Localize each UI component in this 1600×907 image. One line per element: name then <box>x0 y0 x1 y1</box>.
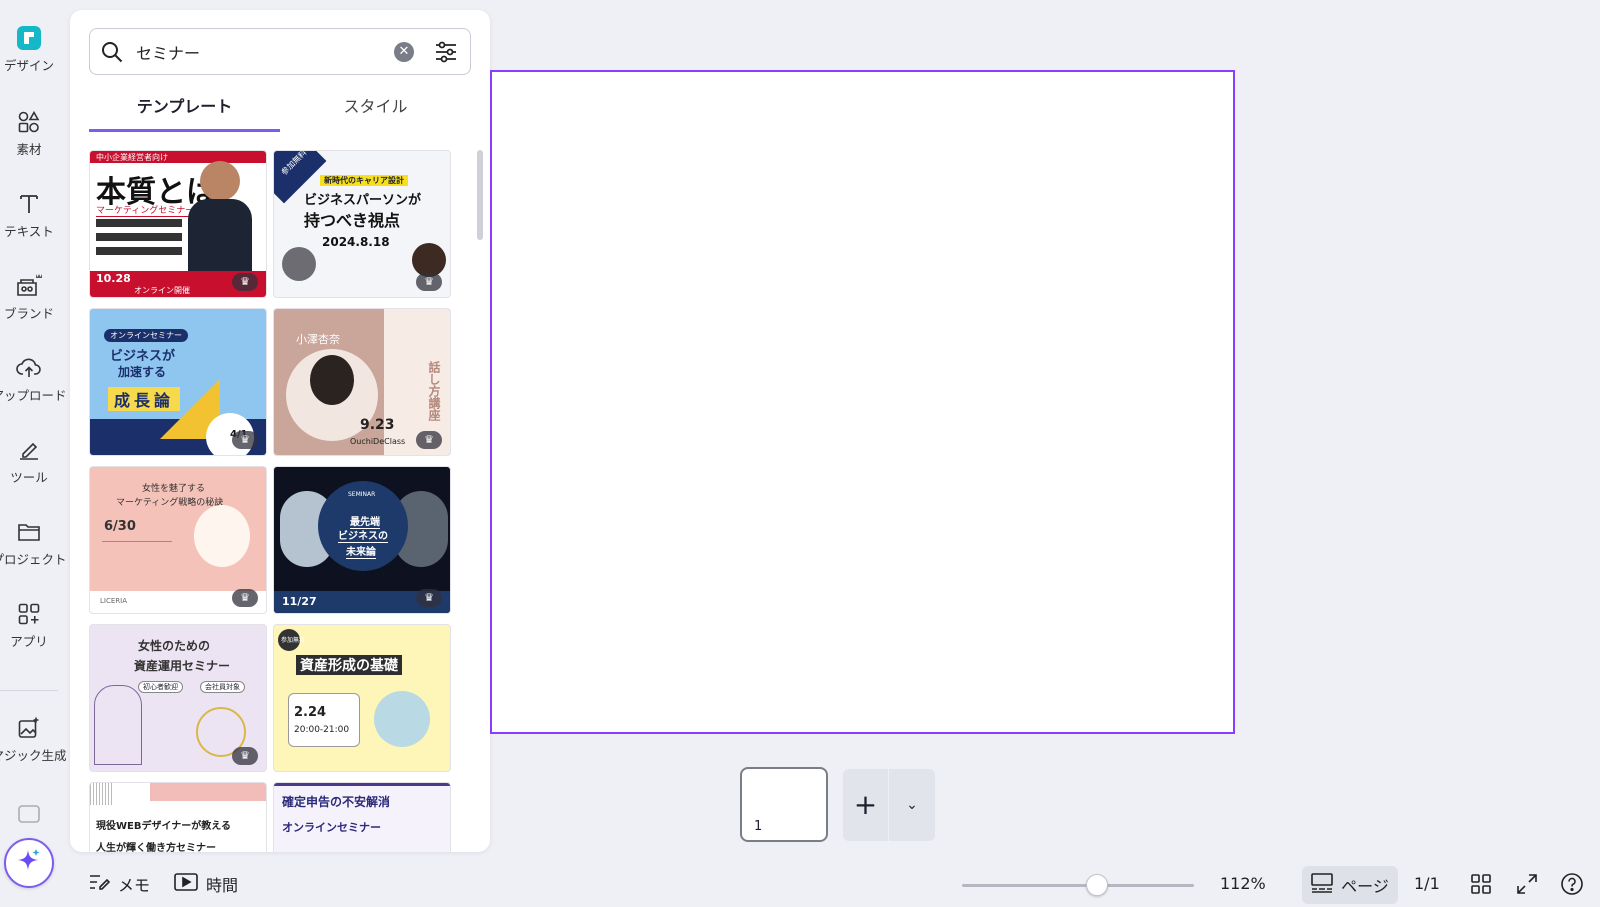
draw-icon <box>15 436 43 464</box>
zoom-slider[interactable] <box>962 884 1194 887</box>
rail-item-elements[interactable]: 素材 <box>0 108 58 158</box>
design-canvas[interactable] <box>490 70 1235 734</box>
zoom-slider-handle[interactable] <box>1085 874 1108 896</box>
rail-item-tools[interactable]: ツール <box>0 436 58 486</box>
magic-media-icon <box>15 714 43 742</box>
template-card[interactable]: 確定申告の不安解消 オンラインセミナー <box>273 782 451 852</box>
play-icon <box>174 872 198 896</box>
premium-crown-icon: ♛ <box>416 431 442 449</box>
panel-scrollbar[interactable] <box>477 150 483 240</box>
premium-crown-icon: ♛ <box>416 273 442 291</box>
search-box[interactable]: セミナー ✕ <box>89 28 471 75</box>
bottom-bar: メモ 時間 112% ページ 1/1 <box>70 862 1600 907</box>
premium-crown-icon: ♛ <box>416 589 442 607</box>
search-input[interactable]: セミナー <box>136 40 394 64</box>
page-number: 1 <box>754 819 763 834</box>
rail-item-apps[interactable]: アプリ <box>0 600 58 650</box>
template-card[interactable]: オンラインセミナー ビジネスが 加速する 成長論 4/1 ♛ <box>89 308 267 456</box>
rail-divider <box>0 690 58 691</box>
template-panel: セミナー ✕ テンプレート スタイル 中小企業経営者向け 本質とは マーケティン… <box>70 10 490 852</box>
rail-item-more[interactable] <box>0 800 58 828</box>
elements-icon <box>15 108 43 136</box>
rail-item-brand[interactable]: ブランド <box>0 272 58 322</box>
add-page-control: + ⌄ <box>843 769 935 841</box>
image-icon <box>15 800 43 828</box>
pages-button[interactable]: ページ <box>1302 866 1398 904</box>
notes-icon <box>88 872 111 896</box>
notes-button[interactable]: メモ <box>88 872 150 896</box>
tab-styles[interactable]: スタイル <box>280 92 471 132</box>
brand-icon <box>15 272 43 300</box>
apps-icon <box>15 600 43 628</box>
rail-item-text[interactable]: テキスト <box>0 190 58 240</box>
upload-icon <box>15 354 43 382</box>
rail-item-upload[interactable]: アップロード <box>0 354 67 404</box>
template-card[interactable]: 女性のための 資産運用セミナー 初心者歓迎 会社員対象 ♛ <box>89 624 267 772</box>
sparkle-icon <box>16 848 42 878</box>
tab-templates[interactable]: テンプレート <box>89 92 280 132</box>
pages-icon <box>1311 873 1333 897</box>
rail-item-magic-media[interactable]: マジック生成 <box>0 714 67 764</box>
zoom-level[interactable]: 112% <box>1220 874 1266 893</box>
panel-tabs: テンプレート スタイル <box>89 92 471 132</box>
template-card[interactable]: SEMINAR 最先端 ビジネスの 未来論 11/27 ♛ <box>273 466 451 614</box>
grid-view-icon[interactable] <box>1470 873 1492 895</box>
folder-icon <box>15 518 43 546</box>
premium-crown-icon: ♛ <box>232 589 258 607</box>
fullscreen-icon[interactable] <box>1516 873 1538 895</box>
filter-icon[interactable] <box>434 41 458 63</box>
template-card[interactable]: 参加無料 新時代のキャリア設計 ビジネスパーソンが 持つべき視点 2024.8.… <box>273 150 451 298</box>
text-icon <box>15 190 43 218</box>
add-page-button[interactable]: + <box>843 769 889 841</box>
rail-item-design[interactable]: デザイン <box>0 24 58 74</box>
timer-button[interactable]: 時間 <box>174 872 238 896</box>
page-thumbnail[interactable]: 1 <box>740 767 828 842</box>
premium-crown-icon: ♛ <box>232 431 258 449</box>
template-card[interactable]: 現役WEBデザイナーが教える 人生が輝く働き方セミナー <box>89 782 267 852</box>
premium-crown-icon: ♛ <box>232 273 258 291</box>
design-icon <box>15 24 43 52</box>
search-icon <box>100 40 128 64</box>
template-card[interactable]: 女性を魅了する マーケティング戦略の秘訣 6/30 LICERIA ♛ <box>89 466 267 614</box>
magic-assistant-button[interactable] <box>4 838 54 888</box>
chevron-down-icon[interactable]: ⌄ <box>889 769 935 841</box>
clear-search-icon[interactable]: ✕ <box>394 41 414 62</box>
page-count: 1/1 <box>1414 874 1440 893</box>
rail-item-projects[interactable]: プロジェクト <box>0 518 67 568</box>
left-rail: デザイン 素材 テキスト ブランド アップロード ツール プロジェクト <box>0 0 67 907</box>
template-card[interactable]: 小澤杏奈 話し方講座 9.23 OuchiDeClass ♛ <box>273 308 451 456</box>
template-card[interactable]: 参加無料 資産形成の基礎 2.24 20:00-21:00 <box>273 624 451 772</box>
help-icon[interactable] <box>1560 872 1584 896</box>
premium-crown-icon: ♛ <box>232 747 258 765</box>
template-card[interactable]: 中小企業経営者向け 本質とは マーケティングセミナー 10.28 オンライン開催… <box>89 150 267 298</box>
